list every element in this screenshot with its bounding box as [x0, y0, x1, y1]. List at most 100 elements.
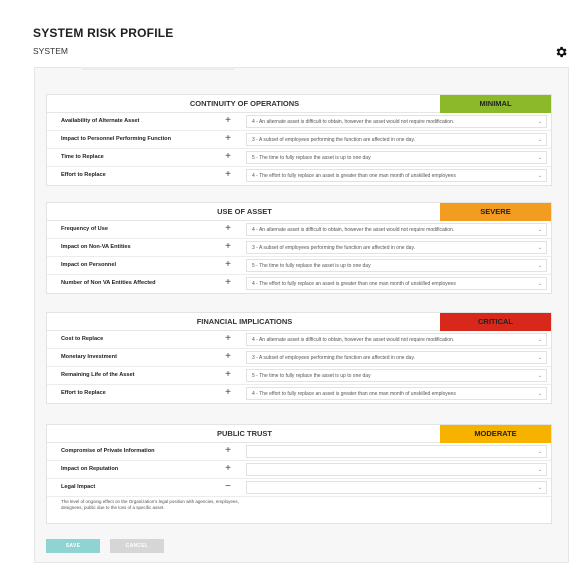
row-label: Time to Replace: [61, 154, 104, 160]
row-label: Cost to Replace: [61, 336, 104, 342]
collapse-minus-icon[interactable]: −: [222, 481, 234, 493]
risk-row: Effort to Replace + 4 - The effort to fu…: [47, 167, 551, 185]
section-title: PUBLIC TRUST: [217, 429, 272, 438]
rating-select[interactable]: ⌄: [246, 463, 547, 476]
expand-plus-icon[interactable]: +: [222, 387, 234, 399]
rating-select-value: 4 - An alternate asset is difficult to o…: [252, 227, 455, 233]
row-label: Remaining Life of the Asset: [61, 372, 135, 378]
risk-row: Impact on Non-VA Entities + 3 - A subset…: [47, 239, 551, 257]
rating-select[interactable]: 4 - The effort to fully replace an asset…: [246, 387, 547, 400]
expand-plus-icon[interactable]: +: [222, 333, 234, 345]
row-label: Impact to Personnel Performing Function: [61, 136, 172, 142]
rating-select[interactable]: 4 - The effort to fully replace an asset…: [246, 169, 547, 182]
risk-row: Compromise of Private Information + ⌄: [47, 443, 551, 461]
risk-level-badge: MINIMAL: [440, 95, 551, 113]
risk-row: Remaining Life of the Asset + 5 - The ti…: [47, 367, 551, 385]
caret-icon: ⌄: [537, 373, 542, 379]
row-label: Frequency of Use: [61, 226, 108, 232]
caret-icon: ⌄: [537, 355, 542, 361]
rating-select[interactable]: 5 - The time to fully replace the asset …: [246, 369, 547, 382]
page-title: SYSTEM RISK PROFILE: [33, 26, 174, 40]
caret-icon: ⌄: [537, 391, 542, 397]
risk-row: Availability of Alternate Asset + 4 - An…: [47, 113, 551, 131]
rating-select[interactable]: ⌄: [246, 481, 547, 494]
section-header: FINANCIAL IMPLICATIONS CRITICAL: [47, 313, 551, 331]
expand-plus-icon[interactable]: +: [222, 369, 234, 381]
risk-row: Cost to Replace + 4 - An alternate asset…: [47, 331, 551, 349]
row-description: The level of ongoing effect on the Organ…: [47, 497, 551, 523]
row-label: Number of Non VA Entities Affected: [61, 280, 156, 286]
row-label: Effort to Replace: [61, 390, 106, 396]
expand-plus-icon[interactable]: +: [222, 445, 234, 457]
rating-select-value: 5 - The time to fully replace the asset …: [252, 155, 371, 161]
rating-select-value: 3 - A subset of employees performing the…: [252, 355, 415, 361]
caret-icon: ⌄: [537, 281, 542, 287]
caret-icon: ⌄: [537, 227, 542, 233]
rating-select-value: 4 - The effort to fully replace an asset…: [252, 173, 456, 179]
risk-level-badge: SEVERE: [440, 203, 551, 221]
risk-level-badge: CRITICAL: [440, 313, 551, 331]
rating-select[interactable]: 5 - The time to fully replace the asset …: [246, 151, 547, 164]
caret-icon: ⌄: [537, 137, 542, 143]
gear-icon[interactable]: [554, 45, 568, 59]
risk-row: Time to Replace + 5 - The time to fully …: [47, 149, 551, 167]
section-header: CONTINUITY OF OPERATIONS MINIMAL: [47, 95, 551, 113]
section-title: CONTINUITY OF OPERATIONS: [189, 99, 300, 108]
expand-plus-icon[interactable]: +: [222, 223, 234, 235]
caret-icon: ⌄: [537, 485, 542, 491]
rating-select[interactable]: 5 - The time to fully replace the asset …: [246, 259, 547, 272]
cancel-button[interactable]: CANCEL: [110, 539, 164, 553]
rating-select-value: 4 - The effort to fully replace an asset…: [252, 391, 456, 397]
section-title: USE OF ASSET: [217, 207, 272, 216]
rating-select[interactable]: 4 - The effort to fully replace an asset…: [246, 277, 547, 290]
save-button[interactable]: SAVE: [46, 539, 100, 553]
caret-icon: ⌄: [537, 155, 542, 161]
expand-plus-icon[interactable]: +: [222, 463, 234, 475]
row-label: Impact on Personnel: [61, 262, 117, 268]
row-label: Compromise of Private Information: [61, 448, 155, 454]
row-label: Legal Impact: [61, 484, 96, 490]
rating-select[interactable]: 4 - An alternate asset is difficult to o…: [246, 333, 547, 346]
expand-plus-icon[interactable]: +: [222, 241, 234, 253]
section-public-trust: PUBLIC TRUST MODERATE Compromise of Priv…: [46, 424, 552, 524]
row-label: Availability of Alternate Asset: [61, 118, 140, 124]
rating-select[interactable]: 4 - An alternate asset is difficult to o…: [246, 115, 547, 128]
expand-plus-icon[interactable]: +: [222, 169, 234, 181]
rating-select[interactable]: 3 - A subset of employees performing the…: [246, 241, 547, 254]
rating-select-value: 4 - An alternate asset is difficult to o…: [252, 337, 455, 343]
risk-row: Frequency of Use + 4 - An alternate asse…: [47, 221, 551, 239]
caret-icon: ⌄: [537, 245, 542, 251]
risk-row: Monetary Investment + 3 - A subset of em…: [47, 349, 551, 367]
expand-plus-icon[interactable]: +: [222, 115, 234, 127]
rating-select-value: 5 - The time to fully replace the asset …: [252, 373, 371, 379]
caret-icon: ⌄: [537, 173, 542, 179]
rating-select-value: 4 - The effort to fully replace an asset…: [252, 281, 456, 287]
risk-level-badge: MODERATE: [440, 425, 551, 443]
expand-plus-icon[interactable]: +: [222, 259, 234, 271]
rating-select[interactable]: 3 - A subset of employees performing the…: [246, 133, 547, 146]
section-header: USE OF ASSET SEVERE: [47, 203, 551, 221]
expand-plus-icon[interactable]: +: [222, 151, 234, 163]
expand-plus-icon[interactable]: +: [222, 351, 234, 363]
row-label: Impact on Reputation: [61, 466, 119, 472]
rating-select-value: 4 - An alternate asset is difficult to o…: [252, 119, 455, 125]
risk-row: Legal Impact − ⌄: [47, 479, 551, 497]
panel-tab-indicator: [82, 67, 234, 70]
section-use-of-asset: USE OF ASSET SEVERE Frequency of Use + 4…: [46, 202, 552, 294]
rating-select[interactable]: ⌄: [246, 445, 547, 458]
expand-plus-icon[interactable]: +: [222, 277, 234, 289]
rating-select-value: 5 - The time to fully replace the asset …: [252, 263, 371, 269]
caret-icon: ⌄: [537, 119, 542, 125]
rating-select-value: 3 - A subset of employees performing the…: [252, 245, 415, 251]
rating-select-value: 3 - A subset of employees performing the…: [252, 137, 415, 143]
caret-icon: ⌄: [537, 467, 542, 473]
rating-select[interactable]: 4 - An alternate asset is difficult to o…: [246, 223, 547, 236]
section-financial-implications: FINANCIAL IMPLICATIONS CRITICAL Cost to …: [46, 312, 552, 404]
section-title: FINANCIAL IMPLICATIONS: [196, 317, 293, 326]
caret-icon: ⌄: [537, 449, 542, 455]
risk-row: Effort to Replace + 4 - The effort to fu…: [47, 385, 551, 403]
rating-select[interactable]: 3 - A subset of employees performing the…: [246, 351, 547, 364]
row-label: Effort to Replace: [61, 172, 106, 178]
expand-plus-icon[interactable]: +: [222, 133, 234, 145]
row-label: Impact on Non-VA Entities: [61, 244, 131, 250]
